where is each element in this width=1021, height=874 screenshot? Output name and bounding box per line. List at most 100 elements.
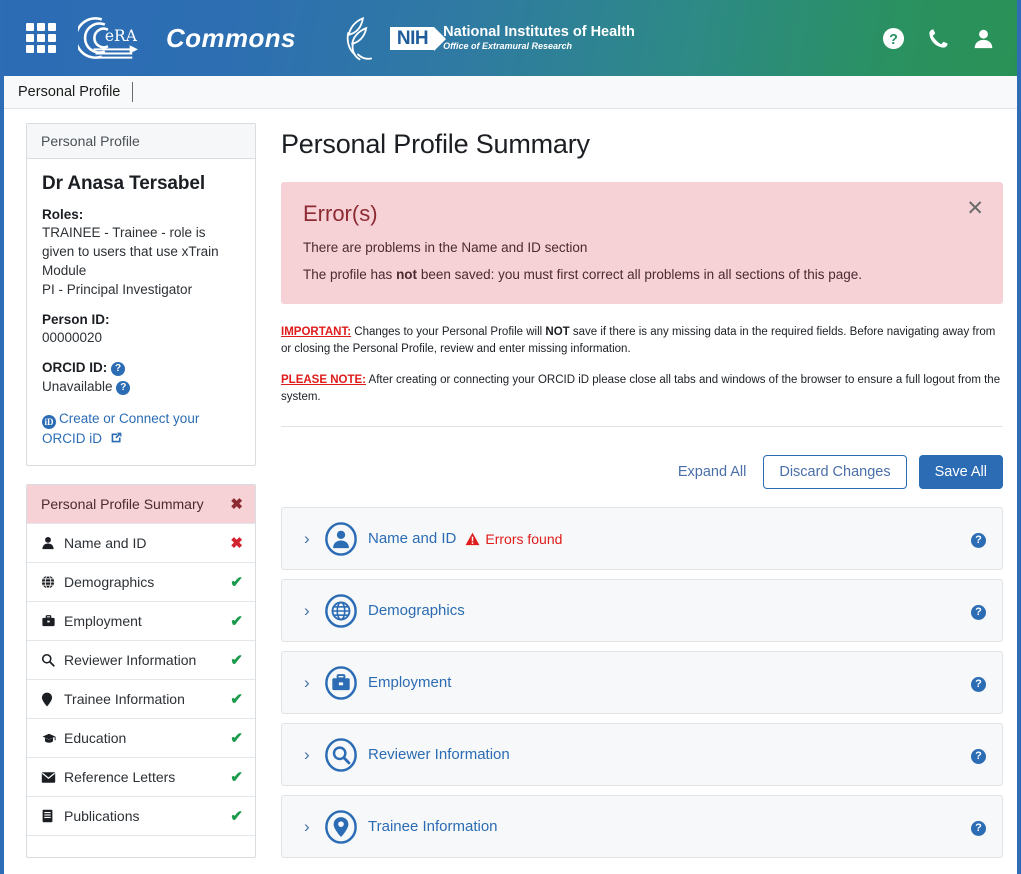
sidebar-item-next-partial[interactable] (27, 835, 255, 857)
profile-card-body: Dr Anasa Tersabel Roles: TRAINEE - Train… (27, 159, 255, 465)
accordion-help: ? (971, 746, 986, 764)
left-sidebar: Personal Profile Dr Anasa Tersabel Roles… (26, 123, 256, 867)
sidebar-item-status-icon: ✖ (230, 535, 243, 552)
accordion-row-name-and-id[interactable]: › Name and ID Errors found ? (281, 507, 1003, 570)
person-name: Dr Anasa Tersabel (42, 173, 206, 194)
user-account-icon[interactable] (972, 27, 995, 50)
sidebar-item-trainee-information[interactable]: Trainee Information ✔ (27, 679, 255, 718)
create-connect-orcid-link[interactable]: iD Create or Connect your ORCID iD (42, 409, 240, 449)
roles-block: Roles: TRAINEE - Trainee - role is given… (42, 207, 240, 299)
sidebar-item-label: Name and ID (64, 535, 147, 551)
orcid-value-row: Unavailable ? (42, 377, 240, 396)
sidebar-item-label: Reference Letters (64, 769, 176, 785)
sidebar-item-status-icon: ✔ (230, 808, 243, 825)
page-body: Personal Profile Dr Anasa Tersabel Roles… (4, 109, 1017, 867)
accordion-row-demographics[interactable]: › Demographics ? (281, 579, 1003, 642)
era-logo-icon[interactable]: eRA (78, 13, 140, 63)
chevron-right-icon[interactable]: › (304, 818, 324, 835)
accordion-help: ? (971, 818, 986, 836)
envelope-icon (41, 771, 60, 784)
apps-grid-icon[interactable] (26, 23, 56, 53)
accordion-label: Employment (368, 674, 452, 691)
save-all-button[interactable]: Save All (918, 455, 1003, 489)
svg-text:eRA: eRA (105, 27, 138, 45)
orcid-value: Unavailable (42, 379, 113, 394)
map-pin-icon (41, 692, 60, 707)
important-note: IMPORTANT: Changes to your Personal Prof… (281, 326, 996, 355)
nav-header-label: Personal Profile Summary (41, 496, 204, 512)
chevron-right-icon[interactable]: › (304, 602, 324, 619)
graduation-cap-icon (41, 731, 60, 745)
important-notes: IMPORTANT: Changes to your Personal Prof… (281, 324, 1003, 427)
person-circle-icon (324, 521, 360, 556)
orcid-value-help-icon[interactable]: ? (116, 381, 131, 395)
sidebar-item-education[interactable]: Education ✔ (27, 718, 255, 757)
sidebar-item-label: Employment (64, 613, 142, 629)
sidebar-item-label: Demographics (64, 574, 155, 590)
help-icon[interactable]: ? (971, 604, 986, 620)
profile-card-header: Personal Profile (27, 124, 255, 159)
sidebar-item-status-icon: ✔ (230, 769, 243, 786)
sidebar-item-label: Reviewer Information (64, 652, 197, 668)
accordion-label: Reviewer Information (368, 746, 510, 763)
nav-header-personal-profile-summary[interactable]: Personal Profile Summary ✖ (27, 485, 255, 523)
nih-logo: NIH National Institutes of Health Office… (389, 24, 635, 52)
orcid-block: ORCID ID: ? Unavailable ? (42, 360, 240, 396)
search-icon (41, 653, 60, 667)
help-icon[interactable]: ? (971, 748, 986, 764)
sidebar-item-status-icon: ✔ (230, 574, 243, 591)
external-link-icon (111, 432, 122, 443)
page-title: Personal Profile Summary (281, 129, 590, 159)
help-icon[interactable]: ? (971, 532, 986, 548)
sidebar-item-employment[interactable]: Employment ✔ (27, 601, 255, 640)
accordion-help: ? (971, 602, 986, 620)
accordion-label: Name and ID (368, 530, 457, 547)
sidebar-item-status-icon: ✔ (230, 730, 243, 747)
tab-personal-profile[interactable]: Personal Profile (18, 82, 134, 102)
close-icon[interactable]: ✕ (966, 198, 984, 219)
orcid-label-row: ORCID ID: ? (42, 360, 240, 376)
role-item: TRAINEE - Trainee - role is given to use… (42, 225, 219, 278)
chevron-right-icon[interactable]: › (304, 530, 324, 547)
sidebar-item-status-icon: ✔ (230, 613, 243, 630)
warning-triangle-icon (465, 532, 480, 545)
sidebar-item-status-icon: ✔ (230, 691, 243, 708)
nih-subtitle: Office of Extramural Research (443, 40, 573, 51)
accordion-label: Demographics (368, 602, 465, 619)
phone-icon[interactable] (927, 27, 950, 50)
expand-all-link[interactable]: Expand All (678, 464, 752, 480)
sidebar-item-name-and-id[interactable]: Name and ID ✖ (27, 523, 255, 562)
help-icon[interactable]: ? (971, 820, 986, 836)
accordion-help: ? (971, 674, 986, 692)
person-icon (41, 536, 60, 550)
person-id-block: Person ID: 00000020 (42, 312, 240, 347)
accordion-error-badge: Errors found (465, 531, 562, 547)
briefcase-icon (41, 614, 60, 628)
error-alert-box: ✕ Error(s) There are problems in the Nam… (281, 182, 1003, 304)
help-icon[interactable]: ? (882, 27, 905, 50)
error-line-1: There are problems in the Name and ID se… (303, 240, 588, 255)
sidebar-item-reference-letters[interactable]: Reference Letters ✔ (27, 757, 255, 796)
chevron-right-icon[interactable]: › (304, 746, 324, 763)
sidebar-item-reviewer-information[interactable]: Reviewer Information ✔ (27, 640, 255, 679)
site-header: eRA Commons NIH National Institutes of H… (4, 0, 1017, 76)
accordion-label: Trainee Information (368, 818, 498, 835)
accordion-row-reviewer-information[interactable]: › Reviewer Information ? (281, 723, 1003, 786)
action-bar: Expand All Discard Changes Save All (281, 455, 1003, 489)
accordion-row-trainee-information[interactable]: › Trainee Information ? (281, 795, 1003, 858)
accordion-help: ? (971, 530, 986, 548)
profile-section-nav: Personal Profile Summary ✖ Name and ID ✖… (26, 484, 256, 858)
person-id-label: Person ID: (42, 312, 110, 327)
chevron-right-icon[interactable]: › (304, 674, 324, 691)
help-icon[interactable]: ? (971, 676, 986, 692)
profile-card: Personal Profile Dr Anasa Tersabel Roles… (26, 123, 256, 466)
discard-changes-button[interactable]: Discard Changes (763, 455, 907, 489)
sidebar-item-publications[interactable]: Publications ✔ (27, 796, 255, 835)
orcid-help-icon[interactable]: ? (111, 362, 126, 376)
accordion-row-employment[interactable]: › Employment ? (281, 651, 1003, 714)
main-content: Personal Profile Summary ✕ Error(s) Ther… (256, 123, 1007, 867)
globe-circle-icon (324, 593, 360, 628)
nih-badge: NIH (389, 26, 447, 51)
sidebar-item-demographics[interactable]: Demographics ✔ (27, 562, 255, 601)
hhs-logo-icon (346, 16, 372, 61)
